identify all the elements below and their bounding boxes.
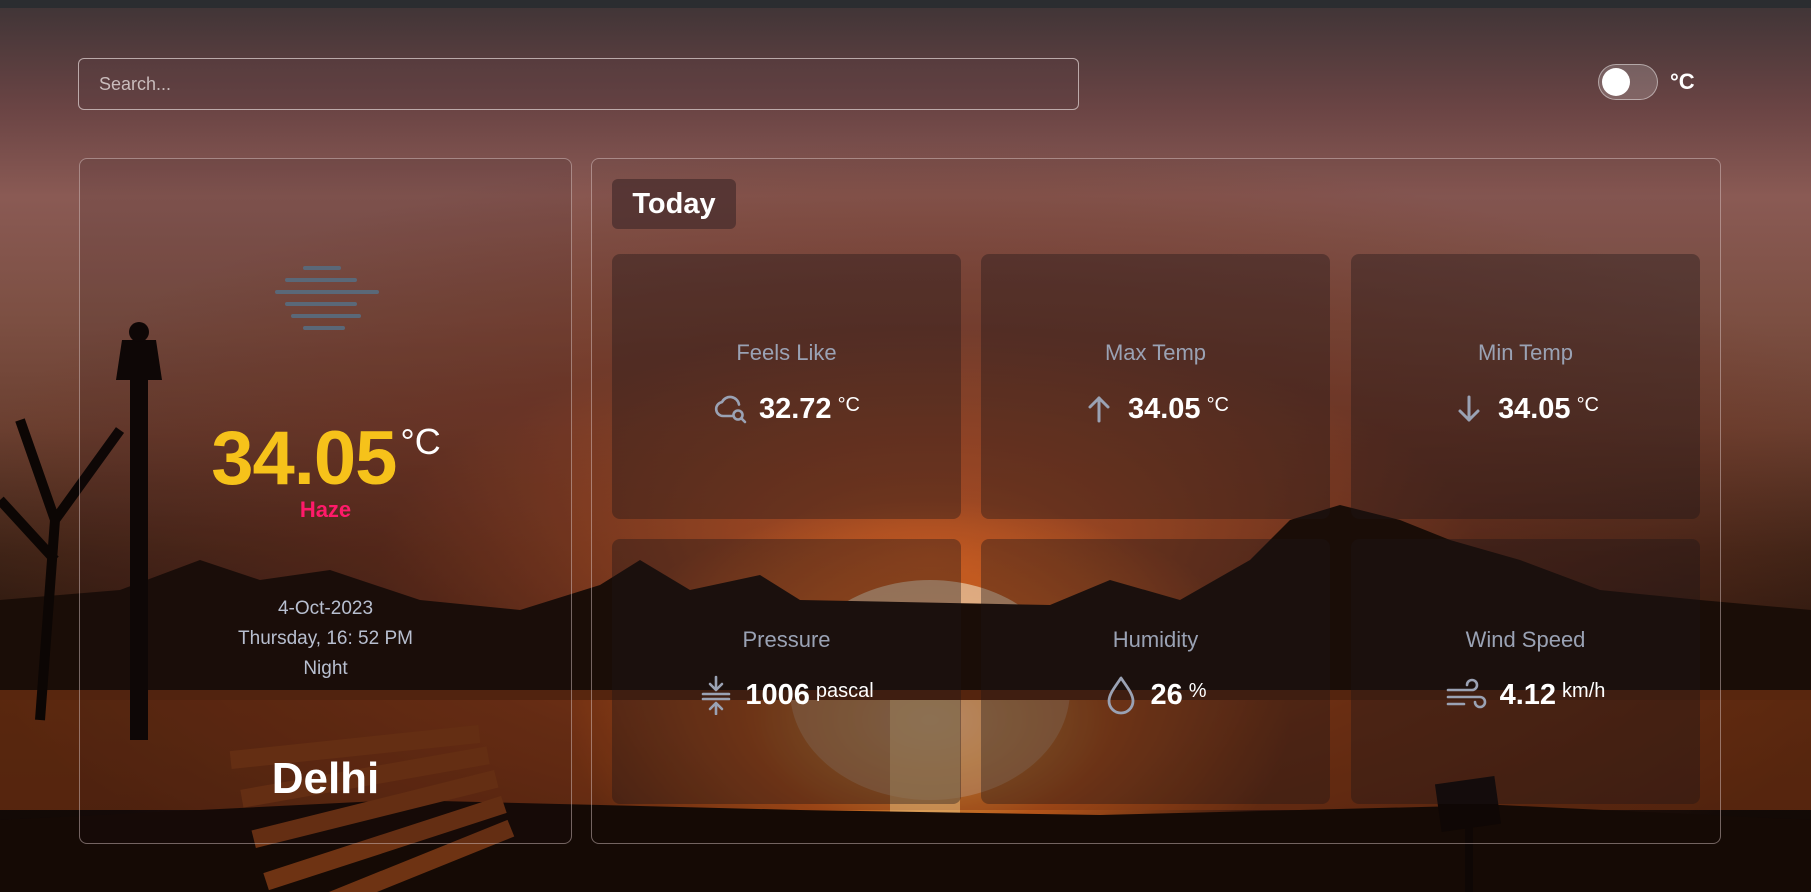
tile-value: 4.12 bbox=[1499, 678, 1557, 711]
today-heading: Today bbox=[612, 179, 736, 229]
wind-icon bbox=[1446, 678, 1488, 712]
unit-toggle-group: °C bbox=[1598, 64, 1695, 100]
temperature-value: 34.05 bbox=[211, 416, 397, 501]
tile-title: Min Temp bbox=[1478, 340, 1573, 365]
tile-unit: pascal bbox=[815, 680, 874, 702]
tile-unit: °C bbox=[1206, 394, 1230, 416]
compress-icon bbox=[699, 675, 733, 715]
current-date: 4-Oct-2023 bbox=[277, 598, 374, 619]
weather-condition: Haze bbox=[299, 497, 352, 522]
search-input[interactable]: Search... bbox=[78, 58, 1079, 110]
search-placeholder: Search... bbox=[99, 73, 172, 94]
tile-min-temp: Min Temp 34.05 °C bbox=[1351, 254, 1700, 519]
tile-unit: °C bbox=[837, 394, 861, 416]
tile-feels-like: Feels Like 32.72 °C bbox=[612, 254, 961, 519]
tile-title: Humidity bbox=[1112, 627, 1199, 652]
haze-icon bbox=[275, 266, 379, 330]
tile-unit: °C bbox=[1576, 394, 1600, 416]
tile-unit: % bbox=[1188, 680, 1207, 702]
tile-title: Feels Like bbox=[736, 340, 837, 365]
droplet-icon bbox=[1104, 676, 1138, 715]
city-name: Delhi bbox=[271, 754, 380, 803]
current-temperature: 34.05 °C bbox=[0, 414, 652, 504]
tile-title: Max Temp bbox=[1104, 340, 1207, 365]
unit-toggle-label: °C bbox=[1670, 69, 1695, 94]
toggle-knob bbox=[1602, 68, 1630, 96]
current-day-time: Thursday, 16: 52 PM bbox=[238, 628, 413, 649]
tile-unit: km/h bbox=[1562, 680, 1606, 702]
tile-wind-speed: Wind Speed 4.12 km/h bbox=[1351, 539, 1700, 804]
unit-toggle-switch[interactable] bbox=[1598, 64, 1658, 100]
tile-pressure: Pressure 1006 pascal bbox=[612, 539, 961, 804]
tile-max-temp: Max Temp 34.05 °C bbox=[981, 254, 1330, 519]
temperature-unit: °C bbox=[400, 421, 441, 462]
tile-value: 32.72 bbox=[758, 392, 832, 425]
tile-value: 1006 bbox=[745, 678, 810, 711]
arrow-up-icon bbox=[1082, 392, 1116, 426]
tile-title: Pressure bbox=[742, 627, 831, 652]
tile-humidity: Humidity 26 % bbox=[981, 539, 1330, 804]
arrow-down-icon bbox=[1452, 392, 1486, 426]
tile-value: 34.05 bbox=[1497, 392, 1571, 425]
tile-value: 26 bbox=[1150, 678, 1183, 711]
tile-title: Wind Speed bbox=[1465, 627, 1586, 652]
tile-value: 34.05 bbox=[1127, 392, 1201, 425]
cloud-search-icon bbox=[713, 392, 747, 426]
current-period: Night bbox=[303, 658, 348, 679]
